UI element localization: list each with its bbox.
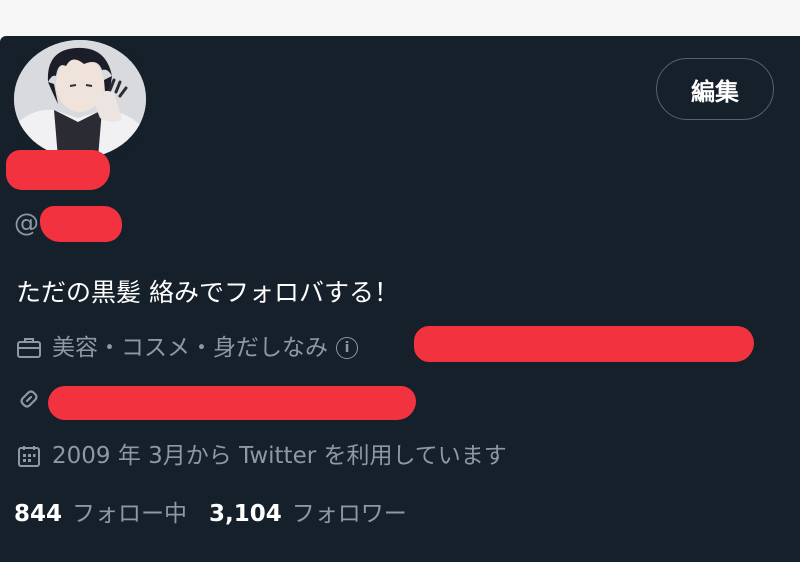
link-row xyxy=(16,386,52,412)
avatar-illustration xyxy=(14,40,146,158)
category-row: 美容・コスメ・身だしなみ i xyxy=(16,332,358,364)
link-icon xyxy=(16,386,42,412)
edit-profile-button[interactable]: 編集 xyxy=(656,58,774,120)
handle-redacted xyxy=(40,206,122,242)
following-count[interactable]: 844 xyxy=(14,498,62,530)
category-label: 美容・コスメ・身だしなみ xyxy=(52,335,328,361)
follow-stats: 844 フォロー中 3,104 フォロワー xyxy=(14,498,429,530)
handle: @ xyxy=(14,206,39,240)
followers-count[interactable]: 3,104 xyxy=(209,498,282,530)
following-label[interactable]: フォロー中 xyxy=(72,498,187,530)
joined-label: 2009 年 3月から Twitter を利用しています xyxy=(52,443,507,469)
followers-label[interactable]: フォロワー xyxy=(292,498,407,530)
calendar-icon xyxy=(16,443,42,469)
briefcase-icon xyxy=(16,335,42,361)
website-link-redacted[interactable] xyxy=(48,386,416,420)
top-bar xyxy=(0,0,800,36)
location-redacted xyxy=(414,326,754,362)
display-name-redacted xyxy=(6,150,110,190)
handle-prefix: @ xyxy=(14,208,39,237)
avatar[interactable] xyxy=(14,40,146,158)
joined-row: 2009 年 3月から Twitter を利用しています xyxy=(16,440,507,472)
info-icon[interactable]: i xyxy=(336,337,358,359)
bio: ただの黒髪 絡みでフォロバする！ xyxy=(16,278,399,307)
